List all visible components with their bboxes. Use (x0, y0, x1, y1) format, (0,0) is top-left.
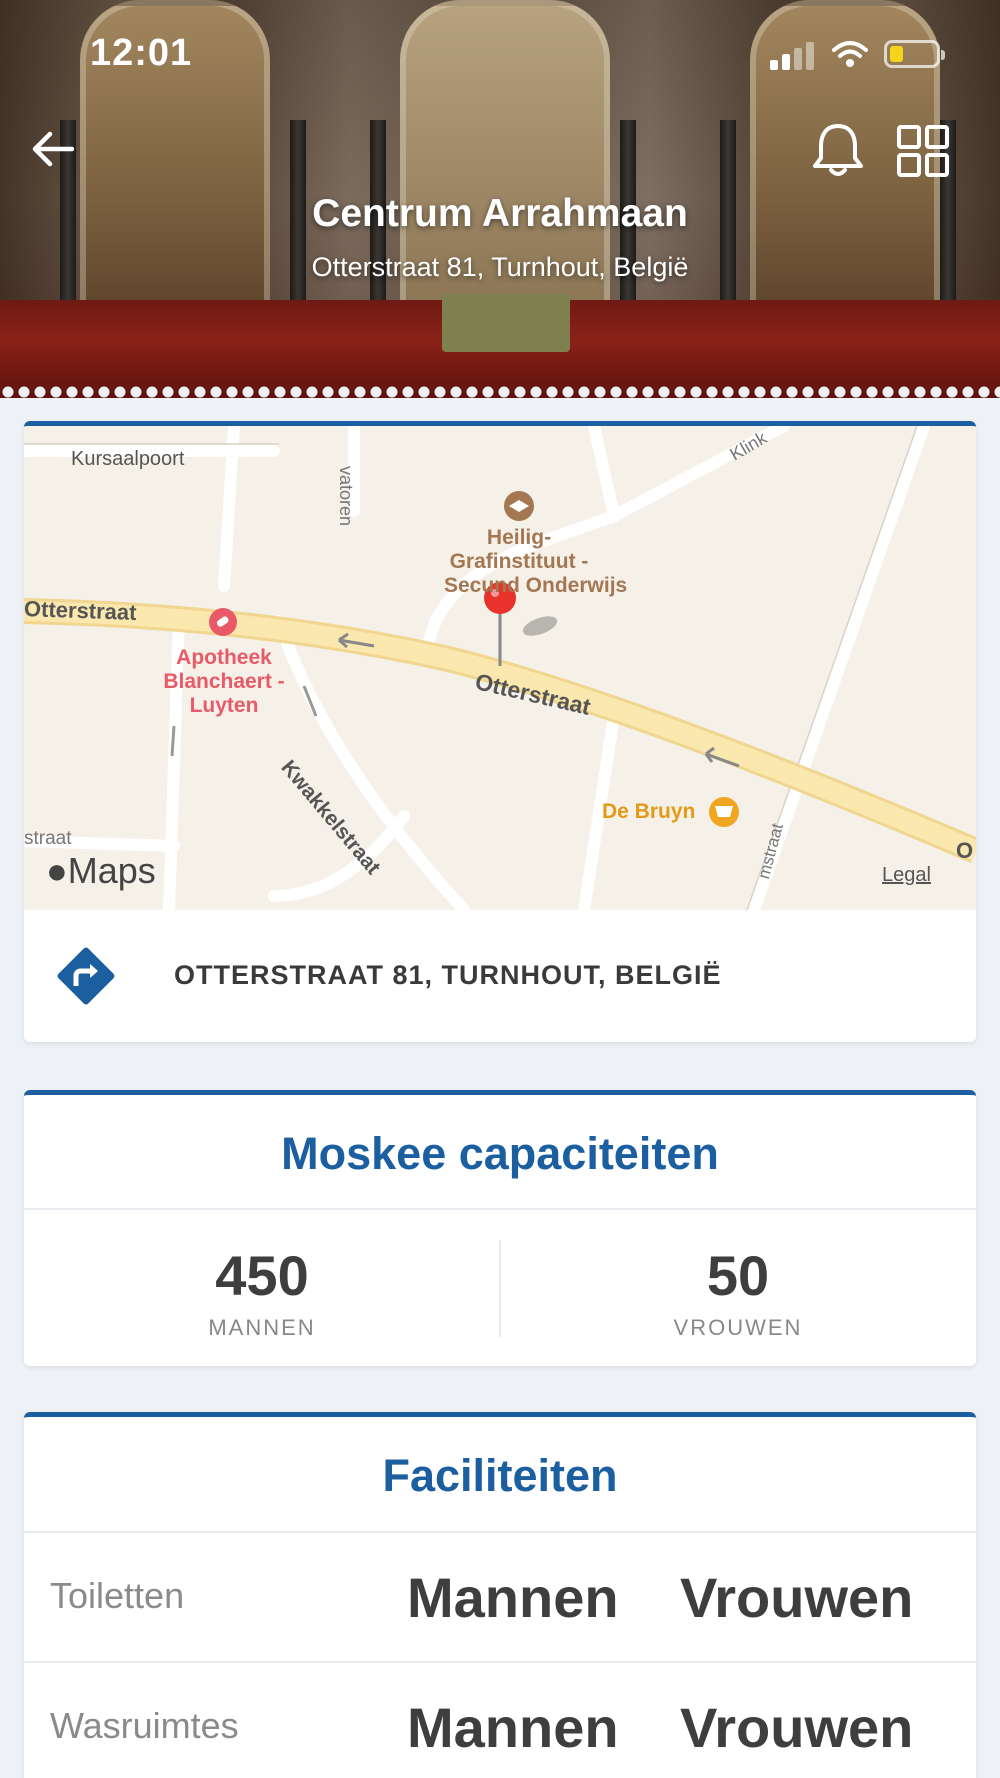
facility-row-wasruimtes: Wasruimtes Mannen Vrouwen (24, 1663, 976, 1778)
capacity-women-label: VROUWEN (673, 1315, 803, 1340)
map-poi-school[interactable]: Heilig- Grafinstituut - Secund Onderwijs (444, 526, 627, 598)
capacity-title: Moskee capaciteiten (281, 1128, 719, 1179)
apple-maps-logo: ●Maps (46, 850, 156, 891)
map-label-vatoren: vatoren (336, 466, 356, 527)
facility-label: Toiletten (50, 1575, 185, 1616)
wifi-icon (832, 41, 868, 67)
status-time: 12:01 (90, 32, 193, 74)
facility-men: Mannen (407, 1696, 619, 1759)
capacity-men-label: MANNEN (208, 1315, 316, 1340)
facilities-card: Faciliteiten Toiletten Mannen Vrouwen Wa… (24, 1412, 976, 1778)
facility-women: Vrouwen (680, 1696, 914, 1759)
facility-women: Vrouwen (680, 1566, 914, 1629)
capacity-card: Moskee capaciteiten 450 MANNEN 50 VROUWE… (24, 1090, 976, 1366)
facilities-title: Faciliteiten (382, 1450, 618, 1501)
capacity-men-count: 450 (215, 1244, 309, 1307)
map-label-kursaalpoort: Kursaalpoort (71, 448, 185, 470)
battery-icon (884, 40, 945, 68)
apple-logo-icon: ● (46, 850, 68, 891)
address-text: OTTERSTRAAT 81, TURNHOUT, BELGIË (174, 960, 722, 990)
capacity-women-count: 50 (706, 1244, 770, 1307)
map-label-straat: straat (24, 828, 72, 849)
back-arrow-icon[interactable] (28, 124, 78, 174)
facility-row-toiletten: Toiletten Mannen Vrouwen (24, 1533, 976, 1661)
location-card: Kursaalpoort vatoren Klink Otterstraat O… (24, 421, 976, 1042)
bell-icon[interactable] (810, 120, 866, 180)
banner-prayer-mat (442, 294, 570, 352)
grid-menu-icon[interactable] (896, 124, 950, 178)
map-legal-link[interactable]: Legal (882, 864, 931, 887)
map-label-otterstraat-left: Otterstraat (24, 596, 137, 625)
map-poi-de-bruyn[interactable]: De Bruyn (602, 800, 695, 824)
directions-row[interactable]: OTTERSTRAAT 81, TURNHOUT, BELGIË (24, 910, 976, 1042)
map-label-otterstraat-right: O (956, 838, 974, 863)
banner-scallop-edge (0, 384, 1000, 398)
directions-icon[interactable] (54, 944, 118, 1008)
cellular-signal-icon (770, 42, 816, 70)
map-poi-pharmacy[interactable]: Apotheek Blanchaert - Luyten (154, 646, 294, 718)
mosque-address: Otterstraat 81, Turnhout, België (311, 252, 689, 282)
facility-label: Wasruimtes (50, 1705, 239, 1746)
divider (24, 1208, 976, 1210)
mosque-name: Centrum Arrahmaan (312, 192, 688, 235)
map-view[interactable]: Kursaalpoort vatoren Klink Otterstraat O… (24, 426, 976, 910)
facility-men: Mannen (407, 1566, 619, 1629)
